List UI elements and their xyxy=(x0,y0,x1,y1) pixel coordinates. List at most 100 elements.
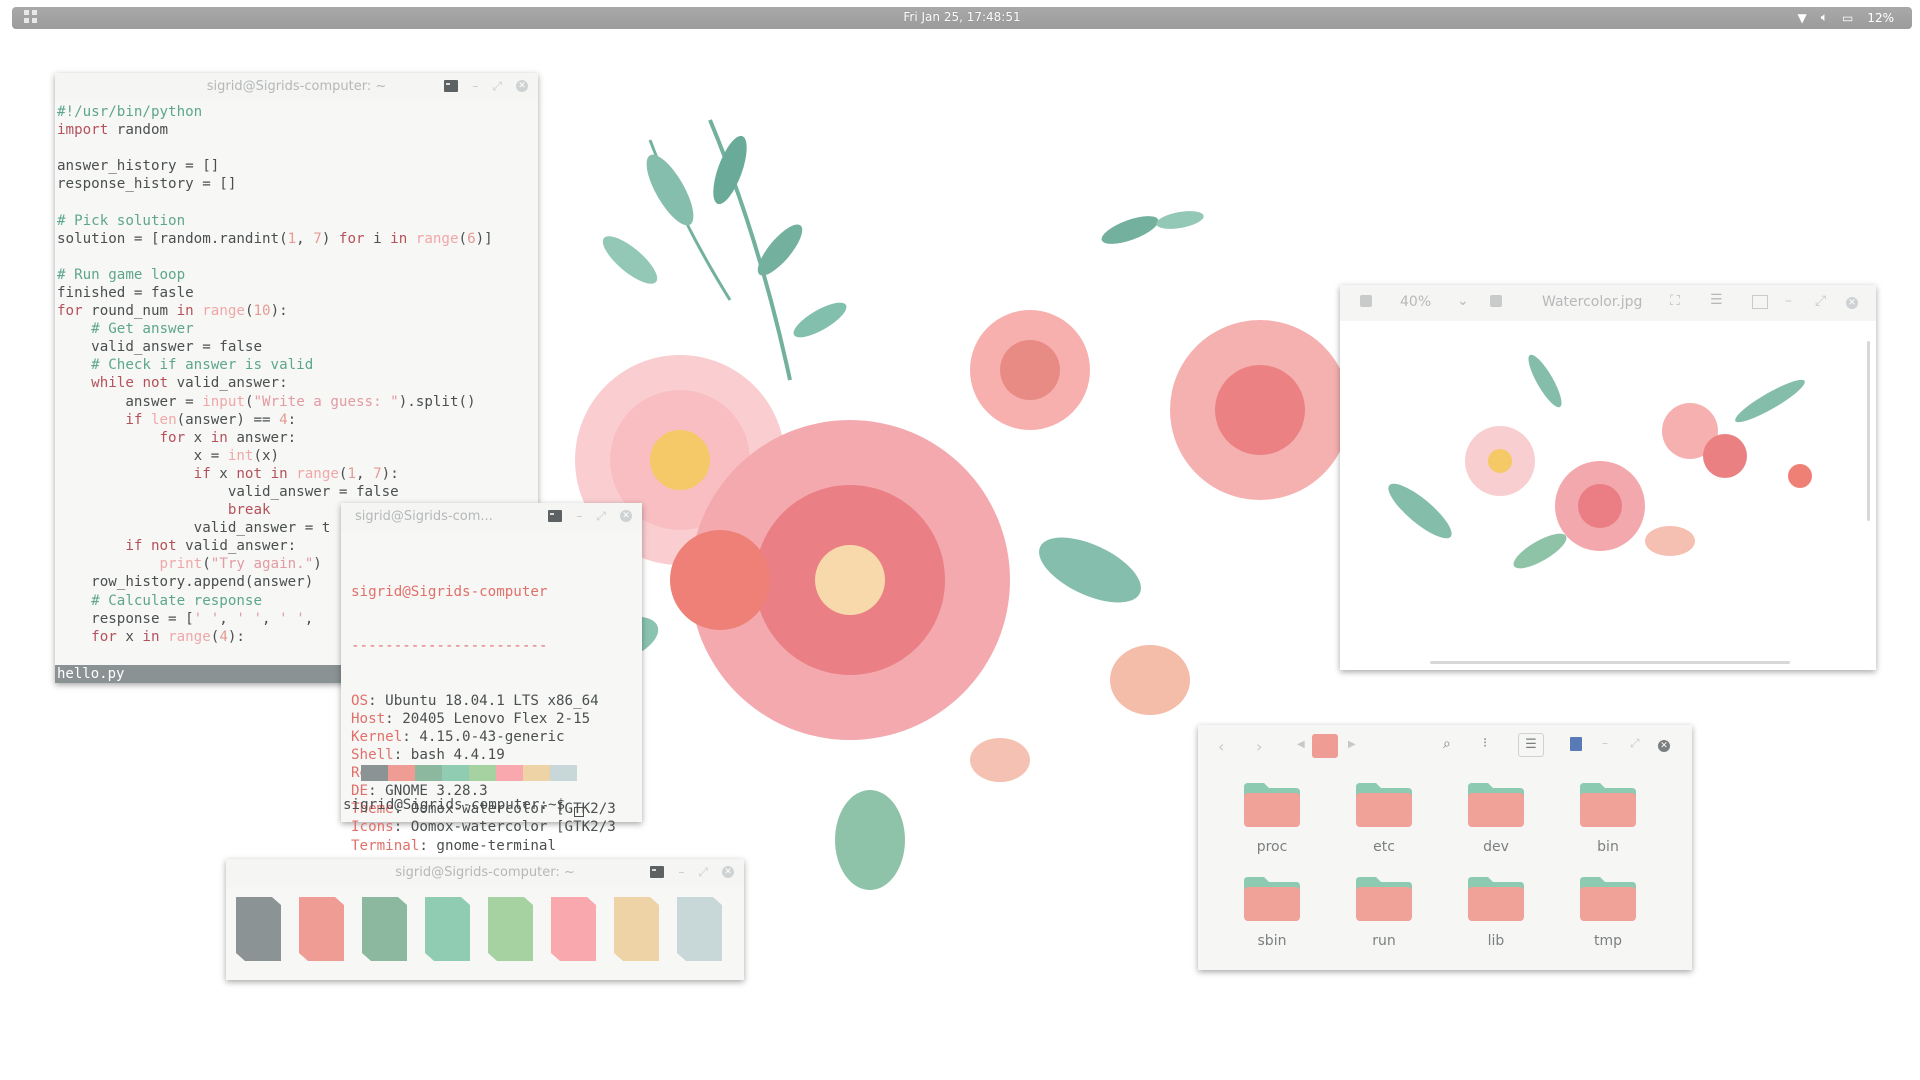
info-row: Kernel: 4.15.0-43-generic xyxy=(351,728,565,745)
code-line: while not valid_answer: xyxy=(91,375,288,392)
code-line: for round_num in range(10): xyxy=(57,303,288,320)
menu-icon[interactable]: ☰ xyxy=(1710,292,1723,308)
code-line: # Run game loop xyxy=(57,266,186,283)
clock[interactable]: Fri Jan 25, 17:48:51 xyxy=(12,10,1912,24)
folder-label: dev xyxy=(1483,839,1509,855)
files-toolbar: ‹ › ◀ ▶ ⌕ ⁝ ☰ – ⤢ ✕ xyxy=(1198,725,1692,771)
code-window-titlebar[interactable]: sigrid@Sigrids-computer: ~ – ⤢ ✕ xyxy=(55,73,538,101)
code-line: x = int(x) xyxy=(57,447,280,464)
close-icon[interactable]: ✕ xyxy=(722,866,734,878)
palette-terminal-window[interactable]: sigrid@Sigrids-computer: ~ – ⤢ ✕ xyxy=(226,859,744,980)
folder-icon xyxy=(1468,783,1524,827)
minimize-icon[interactable]: – xyxy=(678,865,684,879)
folder-label: run xyxy=(1372,933,1396,949)
close-icon[interactable]: ✕ xyxy=(1658,740,1670,752)
maximize-icon[interactable]: ⤢ xyxy=(1815,293,1826,309)
code-line: if x not in range(1, 7): xyxy=(193,465,399,482)
info-row: Host: 20405 Lenovo Flex 2-15 xyxy=(351,710,591,727)
folder-item[interactable]: run xyxy=(1328,875,1440,949)
folder-label: sbin xyxy=(1257,933,1287,949)
neofetch-terminal-window[interactable]: sigrid@Sigrids-com... – ⤢ ✕ sigrid@Sigri… xyxy=(341,503,642,854)
code-line: solution = [random.randint(1, 7) for i i… xyxy=(57,230,493,247)
image-filename: Watercolor.jpg xyxy=(1542,294,1643,310)
maximize-icon[interactable]: ⤢ xyxy=(698,865,708,879)
vertical-scrollbar[interactable] xyxy=(1867,341,1870,521)
maximize-icon[interactable]: ⤢ xyxy=(1630,736,1640,751)
zoom-in-icon[interactable] xyxy=(1490,295,1502,307)
folder-item[interactable]: etc xyxy=(1328,781,1440,855)
forward-icon[interactable]: › xyxy=(1256,737,1262,756)
palette-window-titlebar[interactable]: sigrid@Sigrids-computer: ~ – ⤢ ✕ xyxy=(226,859,744,887)
folder-item[interactable]: bin xyxy=(1552,781,1664,855)
code-line: finished = fasle xyxy=(57,284,194,301)
color-swatch xyxy=(361,765,388,781)
new-tab-icon[interactable] xyxy=(444,80,459,92)
new-tab-icon[interactable] xyxy=(548,510,563,522)
minimize-icon[interactable]: – xyxy=(472,79,478,93)
folder-item[interactable]: dev xyxy=(1440,781,1552,855)
menu-icon[interactable]: ☰ xyxy=(1518,733,1544,757)
maximize-icon[interactable]: ⤢ xyxy=(492,79,502,93)
path-right-icon[interactable]: ▶ xyxy=(1348,739,1356,750)
info-row: OS: Ubuntu 18.04.1 LTS x86_64 xyxy=(351,692,599,709)
bookmark-icon[interactable] xyxy=(1570,737,1582,751)
folder-label: lib xyxy=(1487,933,1505,949)
folder-icon xyxy=(1356,877,1412,921)
fullscreen-icon[interactable]: ⛶ xyxy=(1670,293,1680,309)
zoom-level[interactable]: 40% xyxy=(1400,294,1431,310)
cursor xyxy=(573,807,584,817)
close-icon[interactable]: ✕ xyxy=(1846,297,1858,309)
search-icon[interactable]: ⌕ xyxy=(1443,736,1451,752)
file-manager-window[interactable]: ‹ › ◀ ▶ ⌕ ⁝ ☰ – ⤢ ✕ proc etc dev bin sbin run… xyxy=(1198,725,1692,970)
neofetch-window-titlebar[interactable]: sigrid@Sigrids-com... – ⤢ ✕ xyxy=(341,503,642,531)
color-swatch xyxy=(523,765,550,781)
wifi-icon: ▼ xyxy=(1797,10,1807,25)
folder-icon xyxy=(1580,783,1636,827)
folder-icon xyxy=(1356,783,1412,827)
folder-icon xyxy=(1468,877,1524,921)
palette-chips xyxy=(236,897,722,961)
minimize-icon[interactable]: – xyxy=(1785,293,1792,309)
new-tab-icon[interactable] xyxy=(650,866,665,878)
code-line: #!/usr/bin/python xyxy=(57,104,203,120)
folder-label: proc xyxy=(1256,839,1288,855)
chevron-down-icon[interactable]: ⌄ xyxy=(1457,293,1469,309)
neofetch-separator: ----------------------- xyxy=(351,638,548,655)
code-line: answer = input("Write a guess: ").split(… xyxy=(57,393,476,410)
code-line: valid_answer = false xyxy=(57,339,262,356)
folder-item[interactable]: proc xyxy=(1216,781,1328,855)
path-left-icon[interactable]: ◀ xyxy=(1297,739,1305,750)
horizontal-scrollbar[interactable] xyxy=(1430,661,1790,664)
back-icon[interactable]: ‹ xyxy=(1218,737,1224,756)
neofetch-output: sigrid@Sigrids-computer ----------------… xyxy=(351,547,616,891)
home-location-button[interactable] xyxy=(1312,734,1338,758)
gallery-icon[interactable] xyxy=(1752,295,1768,309)
minimize-icon[interactable]: – xyxy=(1602,736,1608,750)
code-line: answer_history = [] xyxy=(57,158,220,175)
viewer-toolbar: 40% ⌄ Watercolor.jpg ⛶ ☰ – ⤢ ✕ xyxy=(1340,285,1876,321)
folder-item[interactable]: sbin xyxy=(1216,875,1328,949)
watercolor-image xyxy=(1388,354,1812,569)
folder-label: tmp xyxy=(1593,933,1622,949)
color-swatch xyxy=(442,765,469,781)
minimize-icon[interactable]: – xyxy=(576,509,582,523)
info-row: Terminal: gnome-terminal xyxy=(351,837,557,854)
system-tray[interactable]: ▼ 🔈︎ ▭ 12% xyxy=(1798,10,1894,25)
code-line: response_history = [] xyxy=(57,176,237,193)
close-icon[interactable]: ✕ xyxy=(516,80,528,92)
palette-chip xyxy=(425,897,470,961)
zoom-out-icon[interactable] xyxy=(1360,295,1372,307)
battery-percent: 12% xyxy=(1867,10,1894,25)
folder-item[interactable]: tmp xyxy=(1552,875,1664,949)
maximize-icon[interactable]: ⤢ xyxy=(596,509,606,523)
code-line: if len(answer) == 4: xyxy=(125,411,297,428)
image-canvas[interactable] xyxy=(1340,321,1876,670)
folder-item[interactable]: lib xyxy=(1440,875,1552,949)
image-viewer-window[interactable]: 40% ⌄ Watercolor.jpg ⛶ ☰ – ⤢ ✕ xyxy=(1340,285,1876,670)
shell-prompt[interactable]: sigrid@Sigrids-computer:~$ xyxy=(343,797,584,817)
close-icon[interactable]: ✕ xyxy=(620,510,632,522)
view-options-icon[interactable]: ⁝ xyxy=(1483,736,1487,751)
code-line: valid_answer = false xyxy=(57,483,399,500)
color-swatch-strip xyxy=(361,765,577,781)
